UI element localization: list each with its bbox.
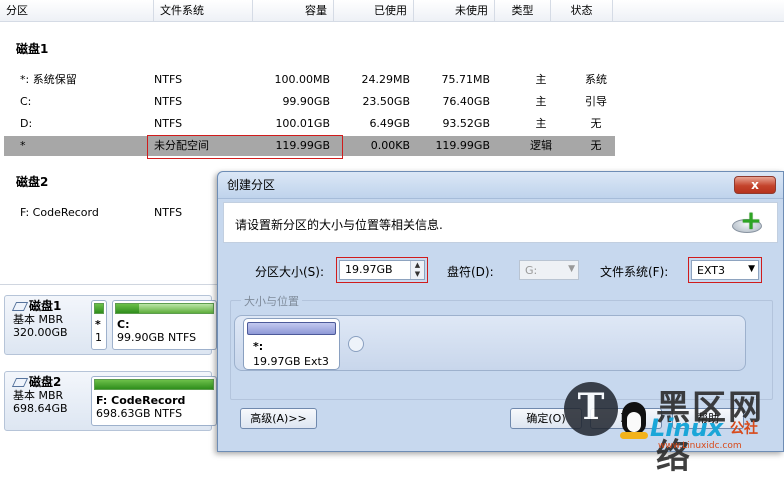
disk1-size: 320.00GB [13, 326, 68, 339]
cell-capacity: 99.90GB [282, 95, 330, 108]
cell-status: 无 [590, 139, 602, 152]
partition-detail: 1 [95, 331, 102, 344]
filesystem-label: 文件系统(F): [600, 265, 669, 279]
watermark-brand: Linux [650, 414, 724, 442]
partition-size-value: 19.97GB [345, 263, 393, 276]
partition-detail: 698.63GB NTFS [96, 407, 183, 420]
column-header-capacity[interactable]: 容量 [253, 0, 334, 22]
cell-used: 6.49GB [369, 117, 410, 130]
usage-bar [115, 303, 214, 314]
cell-type: 主 [535, 95, 547, 108]
table-row[interactable]: C: NTFS 99.90GB 23.50GB 76.40GB 主 引导 [4, 92, 615, 112]
new-partition-block[interactable]: *: 19.97GB Ext3 [243, 318, 340, 370]
cell-partition: *: 系统保留 [20, 73, 77, 86]
usage-bar [94, 303, 104, 314]
column-header-free[interactable]: 未使用 [414, 0, 495, 22]
spin-down-icon[interactable]: ▼ [411, 270, 424, 279]
filesystem-value: EXT3 [697, 264, 726, 277]
add-partition-icon: + [732, 208, 764, 236]
size-spinner[interactable]: ▲ ▼ [410, 261, 424, 279]
watermark-logo: T 黑区网络 Linux 公社 www.Linuxidc.com [560, 378, 784, 477]
disk1-info: 磁盘1 基本 MBR 320.00GB [5, 296, 87, 354]
cell-partition: C: [20, 95, 32, 108]
cell-free: 93.52GB [442, 117, 490, 130]
drive-letter-label: 盘符(D): [447, 265, 494, 279]
usage-bar [94, 379, 214, 390]
new-partition-bar [247, 322, 336, 335]
group-legend: 大小与位置 [241, 293, 302, 309]
chevron-down-icon: ▼ [748, 264, 755, 274]
cell-filesystem: NTFS [154, 73, 183, 86]
watermark-brand-suffix: 公社 [730, 421, 758, 437]
new-partition-label: *: [253, 340, 264, 353]
spin-up-icon[interactable]: ▲ [411, 261, 424, 270]
disk1-card[interactable]: 磁盘1 基本 MBR 320.00GB * 1 C: 99.90GB NTFS [4, 295, 217, 355]
cell-used: 0.00KB [370, 139, 410, 152]
cell-partition: D: [20, 117, 33, 130]
disk2-f-partition[interactable]: F: CodeRecord 698.63GB NTFS [91, 376, 217, 426]
dialog-message: 请设置新分区的大小与位置等相关信息. [235, 218, 443, 232]
cell-partition: * [20, 139, 26, 152]
table-row[interactable]: *: 系统保留 NTFS 100.00MB 24.29MB 75.71MB 主 … [4, 70, 615, 90]
disk1-c-partition[interactable]: C: 99.90GB NTFS [112, 300, 217, 350]
column-header-used[interactable]: 已使用 [334, 0, 414, 22]
table-header: 分区 文件系统 容量 已使用 未使用 类型 状态 [0, 0, 784, 22]
close-button[interactable]: x [734, 176, 776, 194]
partition-label: C: [117, 318, 130, 331]
cell-status: 无 [590, 117, 602, 130]
disk2-kind: 基本 MBR [13, 389, 64, 402]
cell-status: 引导 [585, 95, 607, 108]
disk2-size: 698.64GB [13, 402, 68, 415]
cell-partition: F: CodeRecord [20, 206, 99, 219]
disk2-card[interactable]: 磁盘2 基本 MBR 698.64GB F: CodeRecord 698.63… [4, 371, 217, 431]
disk1-group-title: 磁盘1 [16, 42, 49, 56]
cell-free: 119.99GB [435, 139, 490, 152]
cell-free: 75.71MB [441, 73, 490, 86]
right-resize-handle[interactable] [348, 336, 364, 352]
partition-detail: 99.90GB NTFS [117, 331, 197, 344]
new-partition-detail: 19.97GB Ext3 [253, 355, 329, 368]
dialog-info-panel: 请设置新分区的大小与位置等相关信息. + [223, 202, 778, 243]
watermark-url: www.Linuxidc.com [658, 441, 742, 451]
column-header-type[interactable]: 类型 [495, 0, 551, 22]
cell-filesystem: NTFS [154, 95, 183, 108]
cell-type: 主 [535, 117, 547, 130]
cell-capacity: 100.01GB [275, 117, 330, 130]
column-header-status[interactable]: 状态 [551, 0, 613, 22]
cell-filesystem: NTFS [154, 206, 183, 219]
cell-type: 逻辑 [530, 139, 552, 152]
cell-filesystem: NTFS [154, 117, 183, 130]
table-row-selected[interactable]: * 未分配空间 119.99GB 0.00KB 119.99GB 逻辑 无 [4, 136, 615, 156]
penguin-icon [620, 402, 648, 442]
drive-letter-select: G: ▼ [519, 260, 579, 280]
size-label: 分区大小(S): [255, 265, 325, 279]
cell-used: 23.50GB [362, 95, 410, 108]
cell-filesystem: 未分配空间 [154, 139, 209, 152]
column-header-filesystem[interactable]: 文件系统 [154, 0, 253, 22]
dialog-titlebar[interactable]: 创建分区 [218, 172, 783, 199]
filesystem-select[interactable]: EXT3 ▼ [691, 260, 759, 280]
cell-type: 主 [535, 73, 547, 86]
logo-circle: T [564, 382, 618, 436]
advanced-button[interactable]: 高级(A)>> [240, 408, 317, 429]
cell-capacity: 119.99GB [275, 139, 330, 152]
disk1-kind: 基本 MBR [13, 313, 64, 326]
partition-size-input[interactable]: 19.97GB ▲ ▼ [339, 260, 425, 280]
dialog-title: 创建分区 [227, 178, 276, 192]
table-row[interactable]: D: NTFS 100.01GB 6.49GB 93.52GB 主 无 [4, 114, 615, 134]
cell-capacity: 100.00MB [274, 73, 330, 86]
disk2-info: 磁盘2 基本 MBR 698.64GB [5, 372, 87, 430]
disk2-group-title: 磁盘2 [16, 175, 49, 189]
cell-used: 24.29MB [361, 73, 410, 86]
chevron-down-icon: ▼ [568, 264, 575, 274]
partition-label: F: CodeRecord [96, 394, 186, 407]
column-header-partition[interactable]: 分区 [0, 0, 154, 22]
partition-label: * [95, 318, 101, 331]
drive-letter-value: G: [525, 264, 538, 277]
cell-status: 系统 [585, 73, 607, 86]
cell-free: 76.40GB [442, 95, 490, 108]
disk1-system-partition[interactable]: * 1 [91, 300, 107, 350]
